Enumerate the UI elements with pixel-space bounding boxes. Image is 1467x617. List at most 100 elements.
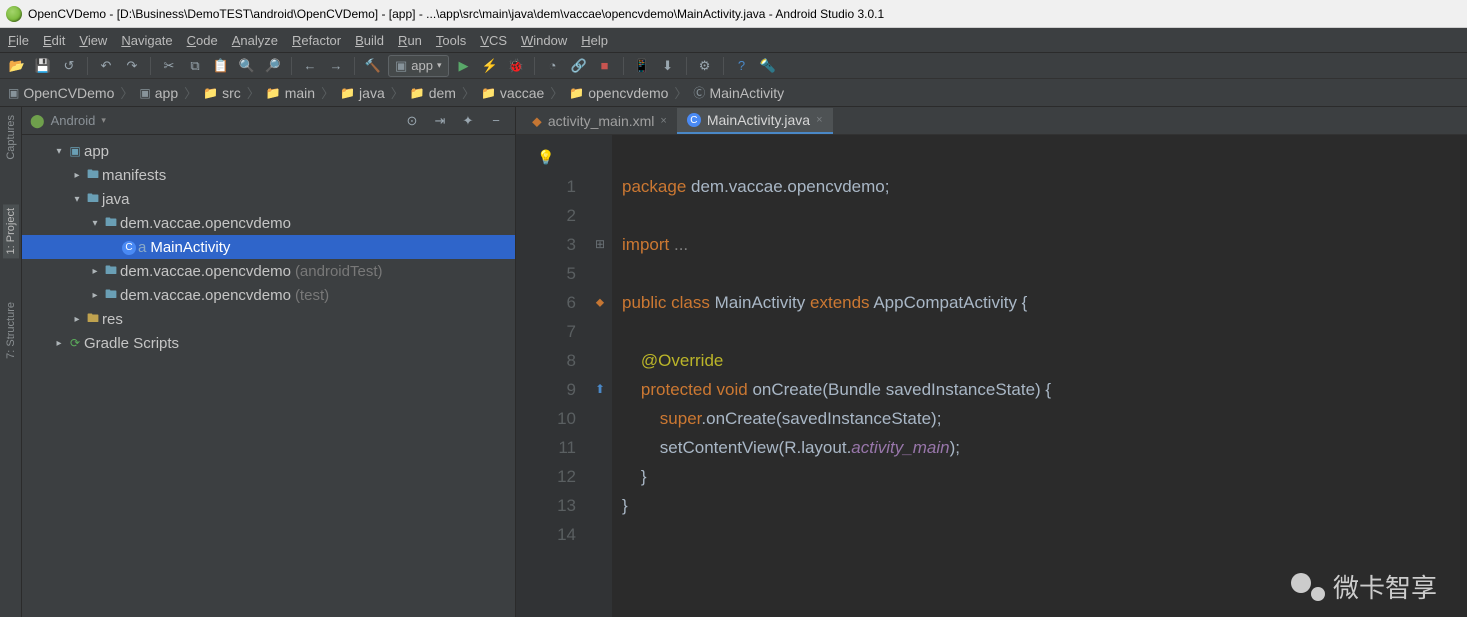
tool-tab-captures[interactable]: Captures	[3, 111, 19, 164]
menu-vcs[interactable]: VCS	[480, 33, 507, 48]
sdk-manager-icon[interactable]: ⬇	[657, 55, 679, 77]
line-number: 10	[516, 404, 576, 433]
code-line[interactable]: protected void onCreate(Bundle savedInst…	[622, 375, 1467, 404]
code-line[interactable]: import ...	[622, 230, 1467, 259]
tree-arrow-icon[interactable]: ▸	[88, 290, 102, 301]
stop-icon[interactable]: ■	[594, 55, 616, 77]
tool-tab-structure[interactable]: 7: Structure	[3, 298, 19, 363]
tree-node[interactable]: ▸🖿dem.vaccae.opencvdemo(androidTest)	[22, 259, 515, 283]
project-panel: ⬤ Android ▾ ⊙ ⇥ ✦ − ▾▣app▸🖿manifests▾🖿ja…	[22, 107, 516, 617]
code-line[interactable]: super.onCreate(savedInstanceState);	[622, 404, 1467, 433]
avd-manager-icon[interactable]: 📱	[631, 55, 653, 77]
tree-node[interactable]: CaMainActivity	[22, 235, 515, 259]
code-line[interactable]: public class MainActivity extends AppCom…	[622, 288, 1467, 317]
debug-icon[interactable]: 🐞	[505, 55, 527, 77]
tree-node[interactable]: ▸🖿manifests	[22, 163, 515, 187]
scroll-from-source-icon[interactable]: ⊙	[401, 110, 423, 132]
menu-help[interactable]: Help	[581, 33, 608, 48]
close-tab-icon[interactable]: ×	[816, 114, 822, 126]
run-config-selector[interactable]: ▣ app ▾	[388, 55, 449, 77]
breadcrumb-app[interactable]: ▣app	[139, 85, 178, 101]
code-line[interactable]	[622, 520, 1467, 549]
open-icon[interactable]: 📂	[6, 55, 28, 77]
menu-view[interactable]: View	[79, 33, 107, 48]
replace-icon[interactable]: 🔎	[262, 55, 284, 77]
menu-file[interactable]: File	[8, 33, 29, 48]
breadcrumb-dem[interactable]: 📁dem	[410, 85, 456, 101]
redo-icon[interactable]: ↷	[121, 55, 143, 77]
breadcrumb-separator: 〉	[550, 83, 563, 102]
code-line[interactable]	[622, 201, 1467, 230]
line-number: 11	[516, 433, 576, 462]
tree-arrow-icon[interactable]: ▸	[88, 266, 102, 277]
tool-tab-project[interactable]: 1: Project	[3, 204, 19, 258]
code-area[interactable]: 💡123567891011121314 ⊞⬥⬆ package dem.vacc…	[516, 135, 1467, 617]
code-content[interactable]: package dem.vaccae.opencvdemo; import ..…	[612, 135, 1467, 617]
editor-tab[interactable]: ⬥activity_main.xml×	[522, 108, 677, 134]
tree-node[interactable]: ▾🖿dem.vaccae.opencvdemo	[22, 211, 515, 235]
copy-icon[interactable]: ⧉	[184, 55, 206, 77]
menu-navigate[interactable]: Navigate	[121, 33, 172, 48]
profile-icon[interactable]: ◔	[542, 55, 564, 77]
tree-arrow-icon[interactable]: ▸	[70, 170, 84, 181]
back-icon[interactable]: ←	[299, 55, 321, 77]
make-icon[interactable]: 🔨	[362, 55, 384, 77]
tree-arrow-icon[interactable]: ▸	[52, 338, 66, 349]
menu-build[interactable]: Build	[355, 33, 384, 48]
project-tree[interactable]: ▾▣app▸🖿manifests▾🖿java▾🖿dem.vaccae.openc…	[22, 135, 515, 617]
tree-arrow-icon[interactable]: ▾	[52, 146, 66, 157]
code-line[interactable]: }	[622, 491, 1467, 520]
close-tab-icon[interactable]: ×	[660, 115, 666, 127]
undo-icon[interactable]: ↶	[95, 55, 117, 77]
menu-edit[interactable]: Edit	[43, 33, 65, 48]
intention-bulb-icon[interactable]: 💡	[516, 143, 576, 172]
breadcrumb-vaccae[interactable]: 📁vaccae	[481, 85, 544, 101]
code-line[interactable]: setContentView(R.layout.activity_main);	[622, 433, 1467, 462]
search-everywhere-icon[interactable]: 🔦	[757, 55, 779, 77]
find-icon[interactable]: 🔍	[236, 55, 258, 77]
run-icon[interactable]: ▶	[453, 55, 475, 77]
menu-code[interactable]: Code	[187, 33, 218, 48]
chevron-down-icon: ▾	[437, 60, 442, 71]
menu-run[interactable]: Run	[398, 33, 422, 48]
breadcrumb-opencvdemo[interactable]: 📁opencvdemo	[569, 85, 668, 101]
menu-analyze[interactable]: Analyze	[232, 33, 278, 48]
tree-arrow-icon[interactable]: ▸	[70, 314, 84, 325]
menu-window[interactable]: Window	[521, 33, 567, 48]
tree-node[interactable]: ▸⟳Gradle Scripts	[22, 331, 515, 355]
hide-icon[interactable]: −	[485, 110, 507, 132]
paste-icon[interactable]: 📋	[210, 55, 232, 77]
settings-icon[interactable]: ✦	[457, 110, 479, 132]
help-icon[interactable]: ?	[731, 55, 753, 77]
code-line[interactable]	[622, 259, 1467, 288]
tree-node[interactable]: ▸🖿dem.vaccae.opencvdemo(test)	[22, 283, 515, 307]
tree-arrow-icon[interactable]: ▾	[88, 218, 102, 229]
collapse-all-icon[interactable]: ⇥	[429, 110, 451, 132]
code-line[interactable]: package dem.vaccae.opencvdemo;	[622, 172, 1467, 201]
editor-tab[interactable]: CMainActivity.java×	[677, 108, 833, 134]
breadcrumb-main[interactable]: 📁main	[266, 85, 315, 101]
code-line[interactable]: @Override	[622, 346, 1467, 375]
project-structure-icon[interactable]: ⚙	[694, 55, 716, 77]
menu-tools[interactable]: Tools	[436, 33, 466, 48]
code-line[interactable]	[622, 317, 1467, 346]
folder-icon: 📁	[569, 86, 584, 100]
forward-icon[interactable]: →	[325, 55, 347, 77]
tree-node[interactable]: ▾▣app	[22, 139, 515, 163]
code-line[interactable]: }	[622, 462, 1467, 491]
breadcrumb-src[interactable]: 📁src	[203, 85, 241, 101]
breadcrumb-mainactivity[interactable]: ⒸMainActivity	[693, 84, 784, 101]
apply-changes-icon[interactable]: ⚡	[479, 55, 501, 77]
chevron-down-icon[interactable]: ▾	[101, 115, 106, 126]
breadcrumb-opencvdemo[interactable]: ▣OpenCVDemo	[8, 85, 114, 101]
tree-arrow-icon[interactable]: ▾	[70, 194, 84, 205]
breadcrumb-java[interactable]: 📁java	[340, 85, 385, 101]
project-view-label[interactable]: Android	[51, 113, 96, 128]
tree-node[interactable]: ▸🖿res	[22, 307, 515, 331]
save-icon[interactable]: 💾	[32, 55, 54, 77]
cut-icon[interactable]: ✂	[158, 55, 180, 77]
menu-refactor[interactable]: Refactor	[292, 33, 341, 48]
tree-node[interactable]: ▾🖿java	[22, 187, 515, 211]
sync-icon[interactable]: ↺	[58, 55, 80, 77]
attach-debugger-icon[interactable]: 🔗	[568, 55, 590, 77]
